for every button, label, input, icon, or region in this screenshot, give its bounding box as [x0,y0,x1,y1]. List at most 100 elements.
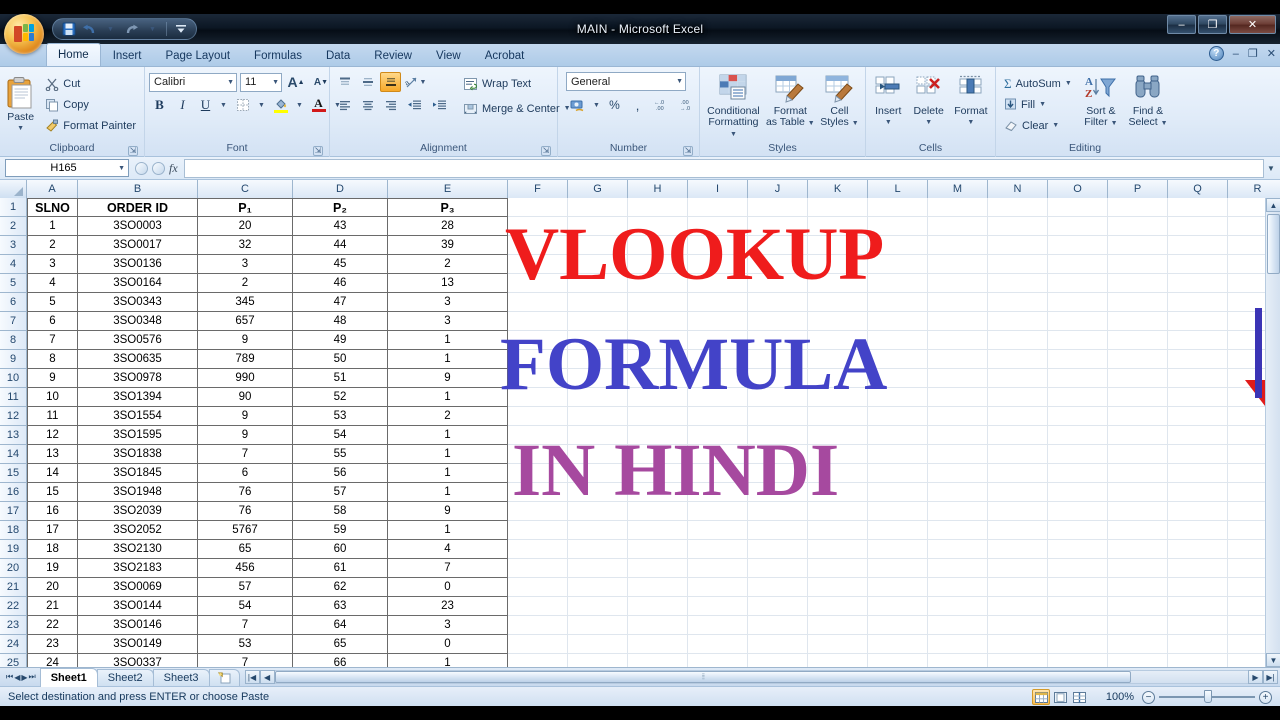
insert-worksheet-button[interactable] [208,668,240,686]
cell-A24[interactable]: 23 [27,635,78,654]
zoom-track[interactable] [1159,690,1255,703]
row-header-25[interactable]: 25 [0,654,27,667]
cell-D2[interactable]: 43 [293,217,388,236]
column-header-I[interactable]: I [688,180,748,198]
cell-H10[interactable] [628,369,688,388]
row-header-7[interactable]: 7 [0,312,27,331]
sort-filter-button[interactable]: A Z Sort & Filter ▼ [1080,72,1122,129]
cell-L5[interactable] [868,274,928,293]
cell-P10[interactable] [1108,369,1168,388]
cell-J1[interactable] [748,198,808,217]
last-sheet-button[interactable]: ⏭ [29,672,36,682]
cell-K22[interactable] [808,597,868,616]
cell-L22[interactable] [868,597,928,616]
tab-insert[interactable]: Insert [101,45,154,66]
cell-M6[interactable] [928,293,988,312]
font-size-combo[interactable]: 11 ▼ [240,72,282,92]
cell-M20[interactable] [928,559,988,578]
cell-Q3[interactable] [1168,236,1228,255]
cell-M22[interactable] [928,597,988,616]
cell-K9[interactable] [808,350,868,369]
cell-L13[interactable] [868,426,928,445]
cell-E16[interactable]: 1 [388,483,508,502]
row-header-11[interactable]: 11 [0,388,27,407]
cell-I3[interactable] [688,236,748,255]
comma-style-button[interactable]: , [627,95,648,115]
cell-G6[interactable] [568,293,628,312]
cell-K23[interactable] [808,616,868,635]
cell-B2[interactable]: 3SO0003 [78,217,198,236]
cell-A21[interactable]: 20 [27,578,78,597]
cell-styles-button[interactable]: Cell Styles ▼ [818,72,861,129]
cell-H9[interactable] [628,350,688,369]
cell-J21[interactable] [748,578,808,597]
cell-K5[interactable] [808,274,868,293]
cell-O9[interactable] [1048,350,1108,369]
cell-B4[interactable]: 3SO0136 [78,255,198,274]
cell-L2[interactable] [868,217,928,236]
cell-G10[interactable] [568,369,628,388]
cell-B21[interactable]: 3SO0069 [78,578,198,597]
row-header-23[interactable]: 23 [0,616,27,635]
borders-dropdown[interactable]: ▼ [256,95,267,115]
cell-D13[interactable]: 54 [293,426,388,445]
format-as-table-button[interactable]: Format as Table ▼ [765,72,816,129]
decrease-indent-button[interactable] [403,95,426,115]
cell-J4[interactable] [748,255,808,274]
font-dialog-launcher[interactable]: ⇲ [313,146,323,156]
align-middle-button[interactable] [357,72,378,92]
cell-N21[interactable] [988,578,1048,597]
sheet-tab-sheet3[interactable]: Sheet3 [152,668,210,686]
percent-style-button[interactable]: % [604,95,625,115]
cell-O23[interactable] [1048,616,1108,635]
align-top-button[interactable] [334,72,355,92]
tab-review[interactable]: Review [362,45,424,66]
cell-L4[interactable] [868,255,928,274]
cell-P12[interactable] [1108,407,1168,426]
column-header-E[interactable]: E [388,180,508,198]
cell-I24[interactable] [688,635,748,654]
cell-G17[interactable] [568,502,628,521]
cell-A8[interactable]: 7 [27,331,78,350]
increase-indent-button[interactable] [428,95,451,115]
align-center-button[interactable] [357,95,378,115]
cell-M16[interactable] [928,483,988,502]
cell-H17[interactable] [628,502,688,521]
fill-color-dropdown[interactable]: ▼ [294,95,305,115]
cell-H23[interactable] [628,616,688,635]
cell-H13[interactable] [628,426,688,445]
cell-D6[interactable]: 47 [293,293,388,312]
column-header-L[interactable]: L [868,180,928,198]
cell-O20[interactable] [1048,559,1108,578]
row-header-3[interactable]: 3 [0,236,27,255]
cell-D16[interactable]: 57 [293,483,388,502]
cell-H8[interactable] [628,331,688,350]
cell-F25[interactable] [508,654,568,667]
cell-G19[interactable] [568,540,628,559]
horizontal-scroll-thumb[interactable]: ⦙⦙⦙ [274,671,1132,683]
number-dialog-launcher[interactable]: ⇲ [683,146,693,156]
cell-N13[interactable] [988,426,1048,445]
cell-G23[interactable] [568,616,628,635]
cell-Q14[interactable] [1168,445,1228,464]
cell-B6[interactable]: 3SO0343 [78,293,198,312]
cell-C23[interactable]: 7 [198,616,293,635]
cell-G14[interactable] [568,445,628,464]
cell-O17[interactable] [1048,502,1108,521]
cell-G5[interactable] [568,274,628,293]
clipboard-dialog-launcher[interactable]: ⇲ [128,146,138,156]
cell-J8[interactable] [748,331,808,350]
cell-H5[interactable] [628,274,688,293]
cell-C22[interactable]: 54 [198,597,293,616]
cell-L19[interactable] [868,540,928,559]
row-header-2[interactable]: 2 [0,217,27,236]
cell-C19[interactable]: 65 [198,540,293,559]
cell-Q10[interactable] [1168,369,1228,388]
normal-view-button[interactable] [1032,689,1050,705]
cell-H1[interactable] [628,198,688,217]
cell-A2[interactable]: 1 [27,217,78,236]
cell-I22[interactable] [688,597,748,616]
minimize-ribbon-button[interactable]: – [1233,48,1239,60]
fill-color-button[interactable] [269,95,292,115]
cell-K20[interactable] [808,559,868,578]
